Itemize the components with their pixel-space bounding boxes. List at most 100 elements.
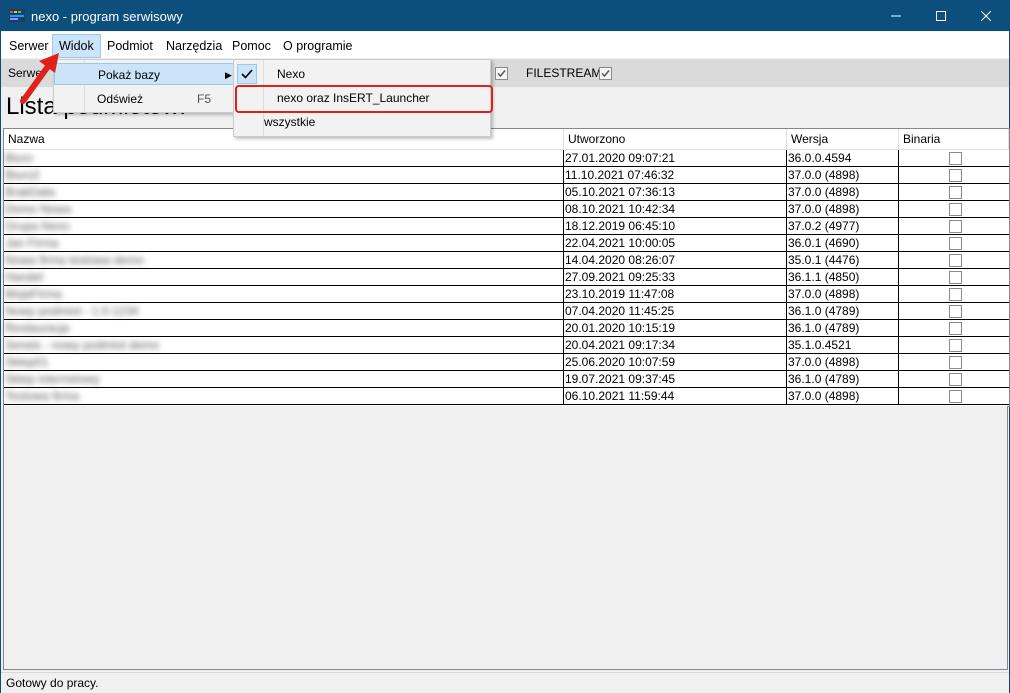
app-window: nexo - program serwisowy Serwer Widok Po…: [0, 0, 1010, 693]
checkmark-icon: [241, 69, 253, 79]
grid-empty-area: [3, 406, 1008, 670]
cell-binaria: [899, 337, 1009, 354]
minimize-button[interactable]: [873, 1, 919, 31]
cell-nazwa: Nowa firma testowa demo: [4, 252, 201, 269]
table-row[interactable]: Handel 27.09.2021 09:25:33 36.1.1 (4850): [4, 269, 1009, 286]
cell-binaria: [899, 354, 1009, 371]
cell-wersja: 37.0.0 (4898): [787, 354, 899, 371]
binaria-checkbox[interactable]: [949, 169, 962, 182]
table-row[interactable]: Sklep internetowy 19.07.2021 09:37:45 36.1…: [4, 371, 1009, 388]
table-row[interactable]: Testowa firma 06.10.2021 11:59:44 37.0.0 (…: [4, 388, 1009, 405]
binaria-checkbox[interactable]: [949, 186, 962, 199]
table-row[interactable]: Sklep01 25.06.2020 10:07:59 37.0.0 (4898): [4, 354, 1009, 371]
toolbar-checkbox[interactable]: [495, 67, 508, 80]
cell-nazwa-text: Grupa Nexo: [5, 219, 70, 233]
submenu-item-wszystkie[interactable]: wszystkie: [234, 110, 490, 134]
close-button[interactable]: [963, 1, 1009, 31]
binaria-checkbox[interactable]: [949, 390, 962, 403]
cell-nazwa-text: Handel: [5, 270, 44, 284]
table-row[interactable]: Grupa Nexo 18.12.2019 06:45:10 37.0.2 (497…: [4, 218, 1009, 235]
binaria-checkbox[interactable]: [949, 203, 962, 216]
cell-nazwa-rest: [201, 252, 564, 269]
cell-nazwa: Biuro2: [4, 167, 201, 184]
cell-nazwa: Restauracja: [4, 320, 201, 337]
cell-nazwa-text: Nowa firma testowa demo: [5, 253, 144, 267]
binaria-checkbox[interactable]: [949, 152, 962, 165]
cell-utworzono: 19.07.2021 09:37:45: [564, 371, 787, 388]
close-icon: [981, 11, 991, 21]
menu-o-programie[interactable]: O programie: [277, 35, 358, 57]
cell-nazwa-rest: [201, 218, 564, 235]
cell-binaria: [899, 218, 1009, 235]
submenu-item-nexo[interactable]: Nexo: [234, 62, 490, 86]
annotation-arrow-icon: [20, 53, 59, 104]
cell-utworzono: 23.10.2019 11:47:08: [564, 286, 787, 303]
cell-binaria: [899, 252, 1009, 269]
cell-wersja: 36.1.0 (4789): [787, 303, 899, 320]
cell-nazwa: Grupa Nexo: [4, 218, 201, 235]
cell-utworzono: 27.09.2021 09:25:33: [564, 269, 787, 286]
cell-nazwa: MojaFirma: [4, 286, 201, 303]
maximize-button[interactable]: [918, 1, 964, 31]
table-row[interactable]: Restauracja 20.01.2020 10:15:19 36.1.0 (47…: [4, 320, 1009, 337]
cell-binaria: [899, 150, 1009, 167]
binaria-checkbox[interactable]: [949, 356, 962, 369]
menu-narzedzia[interactable]: Narzędzia: [160, 35, 228, 57]
cell-wersja: 35.1.0.4521: [787, 337, 899, 354]
cell-nazwa: Sklep internetowy: [4, 371, 201, 388]
binaria-checkbox[interactable]: [949, 288, 962, 301]
cell-wersja: 37.0.0 (4898): [787, 388, 899, 405]
cell-nazwa-rest: [201, 269, 564, 286]
table-row[interactable]: Biuro 27.01.2020 09:07:21 36.0.0.4594: [4, 150, 1009, 167]
menu-item-odswiez[interactable]: Odśwież F5: [54, 88, 235, 110]
binaria-checkbox[interactable]: [949, 237, 962, 250]
menu-pomoc[interactable]: Pomoc: [226, 35, 277, 57]
submenu-arrow-icon: ▶: [225, 70, 232, 80]
cell-wersja: 36.1.1 (4850): [787, 269, 899, 286]
cell-nazwa: Nowy podmiot - 1.0.1234: [4, 303, 201, 320]
binaria-checkbox[interactable]: [949, 254, 962, 267]
menu-bar: Serwer Widok Podmiot Narzędzia Pomoc O p…: [1, 32, 1009, 58]
binaria-checkbox[interactable]: [949, 220, 962, 233]
cell-nazwa: Biuro: [4, 150, 201, 167]
table-row[interactable]: Serwis - nowy podmiot demo 20.04.2021 09:…: [4, 337, 1009, 354]
cell-nazwa-text: Sklep01: [5, 355, 49, 369]
checked-marker: [237, 64, 257, 84]
cell-nazwa-text: Restauracja: [5, 321, 70, 335]
table-row[interactable]: Jan Firma 22.04.2021 10:00:05 36.0.1 (4690…: [4, 235, 1009, 252]
binaria-checkbox[interactable]: [949, 339, 962, 352]
cell-nazwa-rest: [201, 235, 564, 252]
submenu-item-label: Nexo: [277, 67, 306, 81]
table-row[interactable]: Demo Nowa 08.10.2021 10:42:34 37.0.0 (4898…: [4, 201, 1009, 218]
filestream-checkbox[interactable]: [599, 67, 612, 80]
minimize-icon: [891, 15, 901, 17]
cell-nazwa-text: Serwis - nowy podmiot demo: [5, 338, 160, 352]
table-row[interactable]: BrakData 05.10.2021 07:36:13 37.0.0 (4898): [4, 184, 1009, 201]
cell-nazwa-rest: [201, 184, 564, 201]
binaria-checkbox[interactable]: [949, 322, 962, 335]
cell-binaria: [899, 184, 1009, 201]
column-header-binaria[interactable]: Binaria: [899, 129, 1009, 150]
cell-nazwa-rest: [201, 150, 564, 167]
cell-nazwa-rest: [201, 354, 564, 371]
window-title: nexo - program serwisowy: [31, 9, 183, 24]
cell-utworzono: 22.04.2021 10:00:05: [564, 235, 787, 252]
menu-item-pokaz-bazy[interactable]: Pokaż bazy ▶: [54, 63, 235, 85]
table-row[interactable]: Biuro2 11.10.2021 07:46:32 37.0.0 (4898): [4, 167, 1009, 184]
annotation-highlight-box: [235, 85, 493, 113]
cell-binaria: [899, 320, 1009, 337]
cell-utworzono: 27.01.2020 09:07:21: [564, 150, 787, 167]
column-header-utworzono[interactable]: Utworzono: [564, 129, 787, 150]
binaria-checkbox[interactable]: [949, 271, 962, 284]
table-row[interactable]: MojaFirma 23.10.2019 11:47:08 37.0.0 (4898…: [4, 286, 1009, 303]
title-bar: nexo - program serwisowy: [1, 1, 1009, 31]
cell-nazwa-text: Biuro: [5, 151, 34, 165]
column-header-wersja[interactable]: Wersja: [787, 129, 899, 150]
cell-nazwa-rest: [201, 371, 564, 388]
binaria-checkbox[interactable]: [949, 305, 962, 318]
menu-podmiot[interactable]: Podmiot: [101, 35, 159, 57]
cell-utworzono: 20.04.2021 09:17:34: [564, 337, 787, 354]
table-row[interactable]: Nowa firma testowa demo 14.04.2020 08:26:…: [4, 252, 1009, 269]
table-row[interactable]: Nowy podmiot - 1.0.1234 07.04.2020 11:45:…: [4, 303, 1009, 320]
binaria-checkbox[interactable]: [949, 373, 962, 386]
